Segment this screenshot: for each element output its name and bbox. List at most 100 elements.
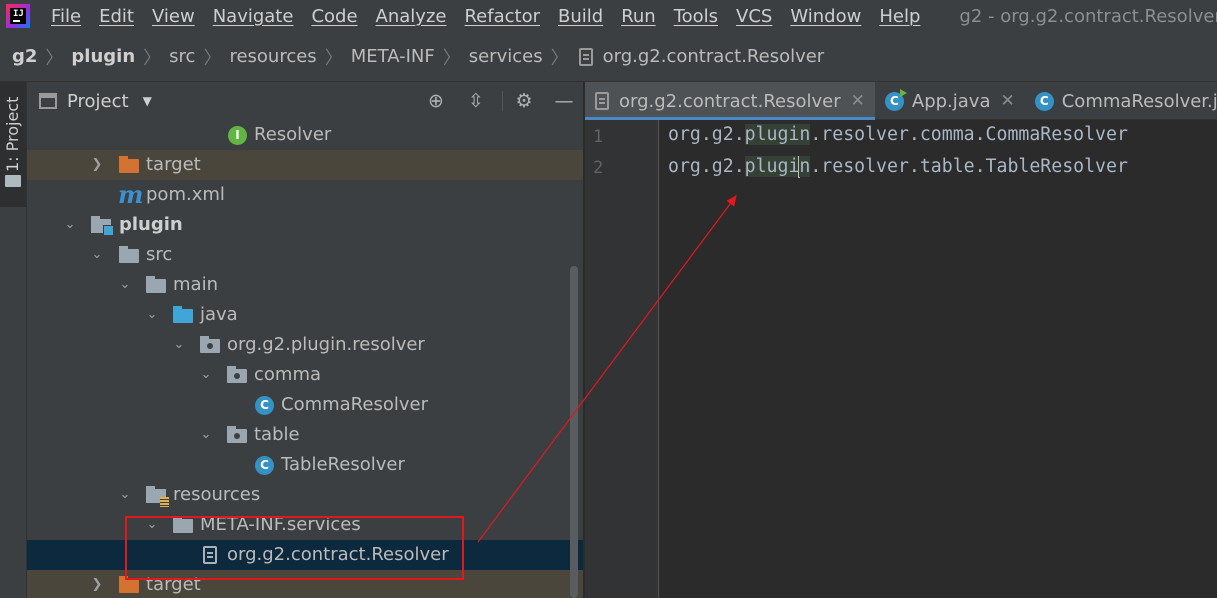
breadcrumb: g2 〉 plugin 〉 src 〉 resources 〉 META-INF… bbox=[0, 32, 1217, 82]
folder-icon bbox=[146, 276, 166, 293]
menu-code[interactable]: Code bbox=[302, 6, 366, 27]
editor-tab-bar: org.g2.contract.Resolver ✕ C App.java ✕ … bbox=[585, 82, 1217, 120]
chevron-down-icon[interactable]: ⌄ bbox=[116, 480, 134, 510]
maven-icon: m bbox=[118, 180, 144, 209]
class-icon: C bbox=[255, 456, 274, 475]
interface-icon: I bbox=[228, 126, 247, 145]
class-icon: C bbox=[255, 396, 274, 415]
window-title: g2 - org.g2.contract.Resolver [p bbox=[959, 5, 1217, 27]
tree-item-label: Resolver bbox=[254, 124, 332, 145]
tree-item-label: org.g2.plugin.resolver bbox=[227, 334, 425, 355]
tree-item-comma-resolver[interactable]: C CommaResolver bbox=[27, 390, 583, 420]
resources-folder-icon bbox=[146, 486, 169, 507]
breadcrumb-item-services[interactable]: services bbox=[465, 46, 547, 67]
project-tool-tab-label: 1: Project bbox=[3, 96, 22, 172]
code-text: org.g2. bbox=[668, 156, 745, 177]
search-highlight: plugin bbox=[744, 124, 811, 145]
tree-item-main[interactable]: ⌄ main bbox=[27, 270, 583, 300]
tree-item-label: TableResolver bbox=[281, 454, 405, 475]
menu-tools[interactable]: Tools bbox=[665, 6, 727, 27]
tree-item-src[interactable]: ⌄ src bbox=[27, 240, 583, 270]
chevron-down-icon[interactable]: ⌄ bbox=[143, 300, 161, 330]
tree-item-package-table[interactable]: ⌄ table bbox=[27, 420, 583, 450]
chevron-right-icon[interactable]: ❯ bbox=[88, 570, 106, 598]
chevron-down-icon[interactable]: ⌄ bbox=[197, 360, 215, 390]
module-icon bbox=[91, 216, 114, 236]
tree-item-label: table bbox=[254, 424, 300, 445]
tree-item-label: java bbox=[200, 304, 238, 325]
project-view-icon bbox=[39, 93, 57, 109]
hide-panel-icon[interactable]: — bbox=[553, 90, 575, 112]
code-text: .resolver.table.TableResolver bbox=[810, 156, 1128, 177]
tree-item-package-comma[interactable]: ⌄ comma bbox=[27, 360, 583, 390]
menu-build[interactable]: Build bbox=[549, 6, 612, 27]
breadcrumb-separator: 〉 bbox=[442, 47, 461, 69]
menu-help[interactable]: Help bbox=[870, 6, 929, 27]
line-number-gutter: 1 2 bbox=[585, 120, 659, 598]
tree-item-label: pom.xml bbox=[146, 184, 225, 205]
tree-item-label: src bbox=[146, 244, 173, 265]
menu-analyze[interactable]: Analyze bbox=[367, 6, 456, 27]
breadcrumb-item-g2[interactable]: g2 bbox=[8, 46, 41, 67]
chevron-down-icon[interactable]: ▼ bbox=[143, 94, 152, 108]
folder-excluded-icon bbox=[119, 576, 139, 593]
code-line-1: org.g2.plugin.resolver.comma.CommaResolv… bbox=[668, 124, 1128, 145]
text-file-icon bbox=[578, 47, 593, 66]
line-number: 1 bbox=[593, 127, 604, 147]
project-panel-header: Project ▼ ⊕ ⇳ ⚙ — bbox=[27, 82, 583, 120]
tree-item-label: main bbox=[173, 274, 218, 295]
breadcrumb-separator: 〉 bbox=[324, 47, 343, 69]
breadcrumb-item-file[interactable]: org.g2.contract.Resolver bbox=[599, 46, 829, 67]
folder-icon bbox=[119, 246, 139, 263]
breadcrumb-separator: 〉 bbox=[143, 47, 162, 69]
code-line-2: org.g2.plugin.resolver.table.TableResolv… bbox=[668, 156, 1128, 178]
chevron-down-icon[interactable]: ⌄ bbox=[116, 270, 134, 300]
menu-run[interactable]: Run bbox=[612, 6, 665, 27]
menu-view[interactable]: View bbox=[143, 6, 204, 27]
tree-item-resolver[interactable]: I Resolver bbox=[27, 120, 583, 150]
tree-item-resources[interactable]: ⌄ resources bbox=[27, 480, 583, 510]
package-icon bbox=[227, 426, 247, 443]
menu-vcs[interactable]: VCS bbox=[727, 6, 781, 27]
tree-item-label: plugin bbox=[119, 214, 183, 235]
line-number: 2 bbox=[593, 158, 604, 178]
gear-icon[interactable]: ⚙ bbox=[513, 90, 535, 112]
toolbar-divider bbox=[502, 91, 503, 111]
tree-item-target[interactable]: ❯ target bbox=[27, 150, 583, 180]
tool-window-strip: 1: Project bbox=[0, 82, 27, 598]
tree-item-package-resolver[interactable]: ⌄ org.g2.plugin.resolver bbox=[27, 330, 583, 360]
breadcrumb-item-src[interactable]: src bbox=[165, 46, 199, 67]
tree-item-table-resolver[interactable]: C TableResolver bbox=[27, 450, 583, 480]
search-highlight: plugi bbox=[744, 156, 800, 177]
tab-contract-resolver[interactable]: org.g2.contract.Resolver ✕ bbox=[585, 82, 875, 120]
menu-refactor[interactable]: Refactor bbox=[455, 6, 549, 27]
tab-comma-resolver[interactable]: C CommaResolver.ja bbox=[1025, 82, 1217, 120]
tree-item-java[interactable]: ⌄ java bbox=[27, 300, 583, 330]
menu-navigate[interactable]: Navigate bbox=[204, 6, 303, 27]
locate-file-icon[interactable]: ⊕ bbox=[425, 90, 447, 112]
tab-app-java[interactable]: C App.java ✕ bbox=[875, 82, 1025, 120]
project-view-selector[interactable]: Project bbox=[67, 91, 129, 112]
tree-item-pom-xml[interactable]: m pom.xml bbox=[27, 180, 583, 210]
tab-label: App.java bbox=[911, 90, 991, 112]
collapse-all-icon[interactable]: ⇳ bbox=[465, 90, 487, 112]
close-icon[interactable]: ✕ bbox=[851, 91, 865, 111]
tree-item-label: comma bbox=[254, 364, 322, 385]
tree-scrollbar[interactable] bbox=[570, 266, 578, 598]
chevron-right-icon[interactable]: ❯ bbox=[88, 150, 106, 180]
breadcrumb-separator: 〉 bbox=[45, 47, 64, 69]
project-tool-tab[interactable]: 1: Project bbox=[0, 82, 26, 207]
chevron-down-icon[interactable]: ⌄ bbox=[170, 330, 188, 360]
chevron-down-icon[interactable]: ⌄ bbox=[61, 210, 79, 240]
breadcrumb-item-meta-inf[interactable]: META-INF bbox=[347, 46, 439, 67]
menu-edit[interactable]: Edit bbox=[90, 6, 143, 27]
close-icon[interactable]: ✕ bbox=[1000, 91, 1014, 111]
tree-item-plugin[interactable]: ⌄ plugin bbox=[27, 210, 583, 240]
breadcrumb-item-resources[interactable]: resources bbox=[225, 46, 320, 67]
menu-file[interactable]: File bbox=[42, 6, 90, 27]
menu-window[interactable]: Window bbox=[781, 6, 870, 27]
chevron-down-icon[interactable]: ⌄ bbox=[197, 420, 215, 450]
package-icon bbox=[227, 366, 247, 383]
breadcrumb-item-plugin[interactable]: plugin bbox=[67, 46, 139, 67]
chevron-down-icon[interactable]: ⌄ bbox=[88, 240, 106, 270]
